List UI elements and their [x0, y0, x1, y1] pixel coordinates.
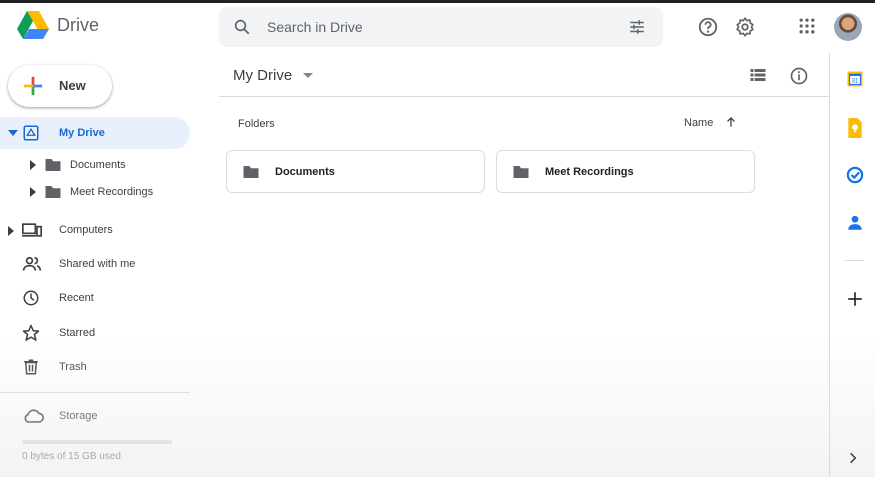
sidebar-item-computers[interactable]: Computers — [0, 214, 190, 246]
sidebar-item-label: Recent — [59, 292, 94, 304]
cloud-icon — [24, 409, 44, 423]
new-button-label: New — [59, 78, 86, 93]
app-header: Drive — [0, 3, 875, 53]
sort-by-name-button[interactable]: Name — [684, 117, 713, 129]
sidebar-item-label: Documents — [70, 159, 126, 171]
folder-card-meet-recordings[interactable]: Meet Recordings — [496, 150, 755, 193]
caret-right-icon[interactable] — [30, 187, 36, 197]
sidebar-item-label: Storage — [59, 410, 98, 422]
sidebar-subitem-documents[interactable]: Documents — [0, 152, 190, 178]
sidebar-item-label: Meet Recordings — [70, 186, 154, 198]
main-content: My Drive Folders Name Documents Meet Rec… — [0, 53, 875, 477]
folder-card-documents[interactable]: Documents — [226, 150, 485, 193]
settings-gear-icon[interactable] — [734, 16, 756, 38]
arrow-up-icon[interactable] — [724, 115, 738, 129]
caret-down-icon[interactable] — [303, 73, 313, 79]
trash-icon — [24, 359, 38, 375]
drive-logo[interactable]: Drive — [17, 11, 99, 39]
side-panel-divider — [844, 260, 864, 261]
folder-icon — [243, 166, 259, 178]
star-icon — [22, 324, 40, 341]
people-icon — [22, 256, 42, 271]
folder-icon — [513, 166, 529, 178]
app-name: Drive — [57, 14, 100, 35]
sidebar-item-label: Starred — [59, 327, 96, 339]
folder-name: Documents — [275, 166, 335, 178]
drive-logo-icon — [17, 11, 49, 39]
search-options-icon[interactable] — [628, 18, 646, 36]
search-icon[interactable] — [233, 18, 251, 36]
folder-icon — [45, 159, 61, 171]
caret-down-icon[interactable] — [8, 129, 18, 137]
side-panel: 31 — [829, 53, 875, 477]
contacts-icon[interactable] — [846, 214, 864, 232]
list-view-icon[interactable] — [749, 67, 767, 83]
storage-usage-text: 0 bytes of 15 GB used — [22, 451, 121, 462]
sidebar-item-shared-with-me[interactable]: Shared with me — [0, 248, 190, 280]
folders-section-label: Folders — [238, 118, 275, 130]
help-icon[interactable] — [697, 16, 719, 38]
computers-icon — [22, 223, 42, 237]
caret-right-icon[interactable] — [8, 226, 14, 236]
chevron-right-icon[interactable] — [846, 451, 860, 465]
search-input[interactable] — [267, 7, 607, 47]
my-drive-icon — [23, 125, 39, 141]
sidebar-item-recent[interactable]: Recent — [0, 282, 190, 314]
folder-name: Meet Recordings — [545, 166, 634, 178]
tasks-icon[interactable] — [846, 166, 864, 184]
sidebar-item-my-drive[interactable]: My Drive — [0, 117, 190, 149]
page-title[interactable]: My Drive — [233, 67, 292, 84]
sidebar-item-label: Shared with me — [59, 258, 136, 270]
account-avatar[interactable] — [834, 13, 862, 41]
calendar-icon[interactable]: 31 — [846, 70, 864, 88]
plus-icon — [23, 76, 43, 96]
keep-icon[interactable] — [846, 118, 864, 138]
apps-grid-icon[interactable] — [797, 16, 817, 36]
add-icon[interactable] — [846, 290, 864, 308]
storage-usage-bar — [22, 440, 172, 444]
caret-right-icon[interactable] — [30, 160, 36, 170]
sidebar-item-label: Trash — [59, 361, 87, 373]
sidebar-item-label: Computers — [59, 224, 113, 236]
sidebar-item-label: My Drive — [59, 127, 105, 139]
svg-text:31: 31 — [852, 78, 859, 84]
sidebar-item-storage[interactable]: Storage — [0, 400, 190, 432]
sidebar-item-trash[interactable]: Trash — [0, 351, 190, 383]
search-bar[interactable] — [219, 7, 663, 47]
sidebar: New My Drive Documents Meet Recordings C… — [0, 53, 200, 477]
sidebar-item-starred[interactable]: Starred — [0, 317, 190, 349]
sidebar-subitem-meet-recordings[interactable]: Meet Recordings — [0, 179, 190, 205]
main-title-bar: My Drive — [219, 53, 829, 97]
new-button[interactable]: New — [8, 65, 112, 107]
folder-icon — [45, 186, 61, 198]
info-icon[interactable] — [789, 66, 809, 86]
sidebar-divider — [0, 392, 190, 393]
clock-icon — [23, 290, 39, 306]
